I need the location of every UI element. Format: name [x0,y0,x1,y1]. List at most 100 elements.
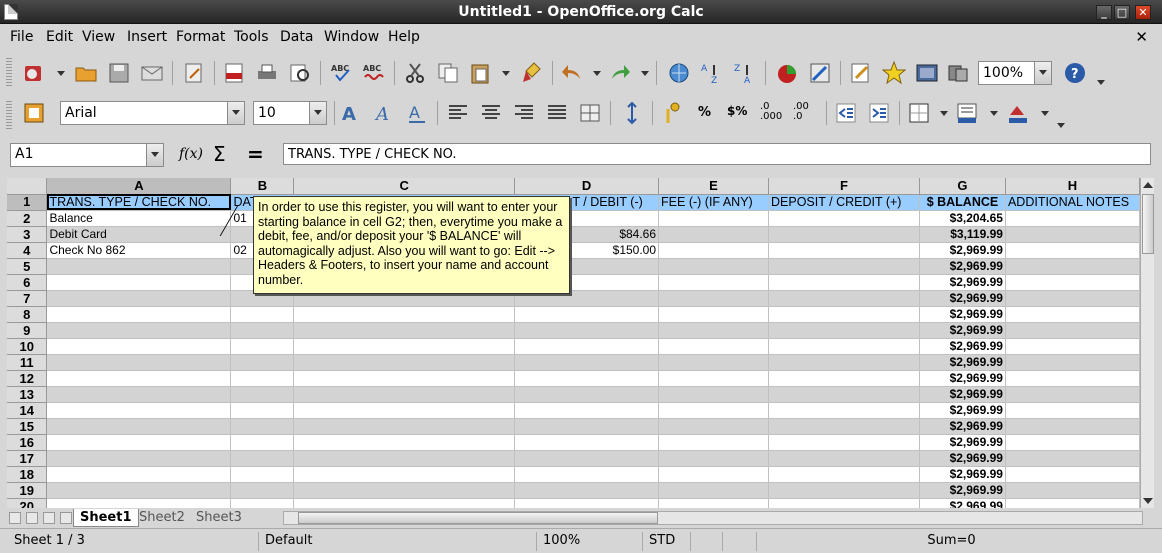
font-name-dropdown-icon[interactable] [227,102,244,124]
cell-a15[interactable] [46,418,232,435]
last-sheet-icon[interactable] [60,512,72,524]
cell-f2[interactable] [768,210,920,227]
data-sources-icon[interactable] [946,61,970,85]
autospellcheck-icon[interactable]: ABC [362,61,386,85]
cell-e7[interactable] [658,290,769,307]
toolbar-grip[interactable] [6,101,12,129]
prev-sheet-icon[interactable] [26,512,38,524]
row-header[interactable]: 12 [7,370,48,387]
cell-a16[interactable] [46,434,232,451]
email-icon[interactable] [140,61,164,85]
pivot-table-icon[interactable] [808,61,832,85]
sheet-tab-3[interactable]: Sheet3 [190,509,248,527]
cell-g14[interactable]: $2,969.99 [919,402,1006,419]
export-pdf-icon[interactable] [222,61,246,85]
row-header[interactable]: 13 [7,386,48,403]
italic-icon[interactable]: A [372,101,396,125]
scroll-up-icon[interactable] [1143,182,1153,188]
zoom-combo[interactable]: 100% [978,61,1052,85]
next-sheet-icon[interactable] [43,512,55,524]
close-button[interactable]: ✕ [1135,5,1151,20]
sort-ascending-icon[interactable]: AZ [700,61,724,85]
status-selection-mode[interactable]: STD [642,532,681,551]
menu-window[interactable]: Window [324,29,379,45]
background-color-icon[interactable] [955,101,979,125]
cell-f5[interactable] [768,258,920,275]
column-header[interactable]: E [658,178,769,195]
cell-e18[interactable] [658,466,769,483]
row-header[interactable]: 5 [7,258,48,275]
cell-a20[interactable] [46,498,232,508]
cell-c17[interactable] [293,450,516,467]
cell-c10[interactable] [293,338,516,355]
cell-e10[interactable] [658,338,769,355]
chart-icon[interactable] [775,61,799,85]
clone-formatting-icon[interactable] [520,61,544,85]
cell-c18[interactable] [293,466,516,483]
cell-h11[interactable] [1005,354,1140,371]
cell-b18[interactable] [230,466,295,483]
copy-icon[interactable] [436,61,460,85]
show-draw-functions-icon[interactable] [849,61,873,85]
cell-f17[interactable] [768,450,920,467]
cell-e5[interactable] [658,258,769,275]
cell-e15[interactable] [658,418,769,435]
row-header[interactable]: 4 [7,242,48,259]
cell-a3[interactable]: Debit Card [46,226,232,243]
function-wizard-icon[interactable]: f(x) [179,146,203,162]
spellcheck-icon[interactable]: ABC [330,61,354,85]
cell-b13[interactable] [230,386,295,403]
cell-b12[interactable] [230,370,295,387]
undo-icon[interactable] [560,61,584,85]
cell-a14[interactable] [46,402,232,419]
cell-a5[interactable] [46,258,232,275]
column-header[interactable]: C [293,178,516,195]
maximize-button[interactable]: □ [1114,5,1130,20]
cell-e3[interactable] [658,226,769,243]
cell-e4[interactable] [658,242,769,259]
percent-format-icon[interactable]: % [698,105,711,120]
undo-dropdown-icon[interactable] [593,71,601,76]
row-header[interactable]: 2 [7,210,48,227]
cell-a9[interactable] [46,322,232,339]
cell-g18[interactable]: $2,969.99 [919,466,1006,483]
sheet-tab-1[interactable]: Sheet1 [73,509,139,527]
cell-f6[interactable] [768,274,920,291]
cell-b16[interactable] [230,434,295,451]
cell-a13[interactable] [46,386,232,403]
row-header[interactable]: 7 [7,290,48,307]
cell-g2[interactable]: $3,204.65 [919,210,1006,227]
cell-h6[interactable] [1005,274,1140,291]
cell-a4[interactable]: Check No 862 [46,242,232,259]
cell-g19[interactable]: $2,969.99 [919,482,1006,499]
sheet-tab-2[interactable]: Sheet2 [133,509,191,527]
cell-g4[interactable]: $2,969.99 [919,242,1006,259]
column-header[interactable]: B [230,178,295,195]
menu-format[interactable]: Format [176,29,225,45]
help-icon[interactable]: ? [1063,61,1087,85]
cell-f1[interactable]: DEPOSIT / CREDIT (+) [768,194,920,211]
cell-h17[interactable] [1005,450,1140,467]
cell-e1[interactable]: FEE (-) (IF ANY) [658,194,769,211]
scroll-down-icon[interactable] [1143,498,1153,504]
status-page-style[interactable]: Default [258,532,319,551]
cell-c14[interactable] [293,402,516,419]
cell-c13[interactable] [293,386,516,403]
cell-c8[interactable] [293,306,516,323]
cell-h7[interactable] [1005,290,1140,307]
standard-number-format-icon[interactable]: $% [727,104,747,118]
cell-h9[interactable] [1005,322,1140,339]
cell-d17[interactable] [514,450,660,467]
cell-a18[interactable] [46,466,232,483]
row-header[interactable]: 3 [7,226,48,243]
cell-d10[interactable] [514,338,660,355]
cell-d15[interactable] [514,418,660,435]
cell-h8[interactable] [1005,306,1140,323]
cell-e6[interactable] [658,274,769,291]
cell-f19[interactable] [768,482,920,499]
cell-d9[interactable] [514,322,660,339]
cell-e11[interactable] [658,354,769,371]
cell-a7[interactable] [46,290,232,307]
increase-indent-icon[interactable] [867,101,891,125]
row-header[interactable]: 16 [7,434,48,451]
